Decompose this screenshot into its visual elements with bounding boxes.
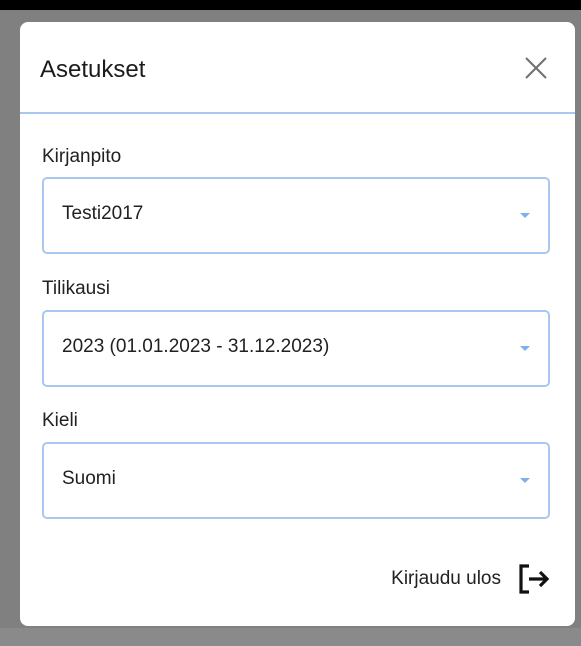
top-edge-bar (0, 0, 581, 10)
chevron-down-icon (520, 213, 530, 218)
logout-icon (519, 564, 550, 594)
chevron-down-icon (520, 346, 530, 351)
kieli-select[interactable]: Suomi (42, 442, 550, 519)
logout-label: Kirjaudu ulos (391, 568, 501, 589)
logout-button[interactable]: Kirjaudu ulos (391, 562, 551, 596)
close-button[interactable] (520, 52, 552, 84)
tilikausi-value: 2023 (01.01.2023 - 31.12.2023) (62, 336, 330, 357)
kirjanpito-select[interactable]: Testi2017 (42, 177, 550, 254)
dialog-title: Asetukset (40, 56, 146, 83)
kieli-value: Suomi (62, 468, 116, 489)
modal-backdrop (0, 628, 581, 646)
chevron-down-icon (520, 478, 530, 483)
kirjanpito-label: Kirjanpito (42, 146, 122, 167)
kirjanpito-value: Testi2017 (62, 203, 144, 224)
tilikausi-select[interactable]: 2023 (01.01.2023 - 31.12.2023) (42, 310, 550, 387)
kieli-label: Kieli (42, 410, 78, 431)
tilikausi-label: Tilikausi (42, 278, 110, 299)
close-icon (525, 57, 547, 79)
dialog-header: Asetukset (20, 22, 575, 114)
settings-dialog: Asetukset Kirjanpito Testi2017 Tilikausi… (20, 22, 575, 626)
